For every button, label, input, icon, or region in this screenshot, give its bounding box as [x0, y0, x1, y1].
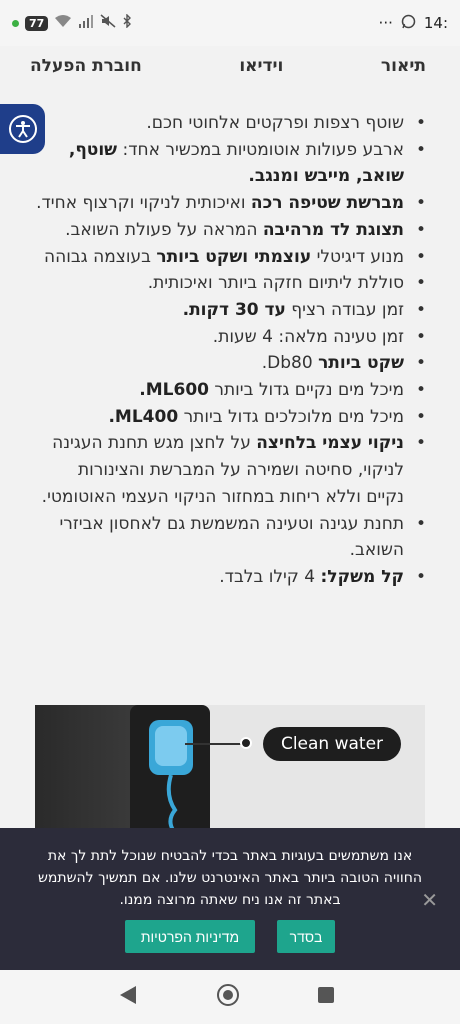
status-left: 77 [12, 13, 132, 32]
privacy-policy-button[interactable]: מדיניות הפרטיות [125, 920, 255, 953]
feature-text: מיכל מים נקיים גדול ביותר [208, 380, 404, 401]
feature-item: תצוגת לד מרהיבה המראה על פעולת השואב. [36, 217, 434, 244]
feature-item: ארבע פעולות אוטומטיות במכשיר אחד: שוטף, … [36, 137, 434, 190]
feature-text: ואיכותית לניקוי וקרצוף אחיד. [36, 193, 251, 214]
feature-text: שוטף רצפות ופרקטים אלחוטי חכם. [146, 113, 404, 133]
feature-item: מיכל מים נקיים גדול ביותר ML600. [36, 377, 434, 404]
mute-icon [100, 14, 116, 32]
feature-item: זמן עבודה רציף עד 30 דקות. [36, 297, 434, 324]
feature-bold-text: ML600. [139, 380, 209, 401]
callout-dot [240, 737, 252, 749]
feature-bold-text: ניקוי עצמי בלחיצה [256, 433, 404, 454]
feature-item: תחנת עגינה וטעינה המשמשת גם לאחסון אביזר… [36, 511, 434, 564]
bluetooth-icon [122, 13, 132, 32]
feature-bold-text: מברשת שטיפה רכה [250, 193, 404, 214]
feature-text: תחנת עגינה וטעינה המשמשת גם לאחסון אביזר… [59, 513, 404, 561]
cookie-text: אנו משתמשים בעוגיות באתר בכדי להבטיח שנו… [37, 848, 422, 908]
tab-bar: תיאור וידיאו חוברת הפעלה [0, 46, 460, 86]
tab-video[interactable]: וידיאו [239, 56, 283, 76]
accept-cookies-button[interactable]: בסדר [277, 920, 335, 953]
feature-text: סוללת ליתיום חזקה ביותר ואיכותית. [147, 273, 404, 294]
callout-line [185, 743, 245, 745]
feature-list: שוטף רצפות ופרקטים אלחוטי חכם. ארבע פעולו… [36, 110, 434, 591]
status-bar: 77 ··· 14: [0, 0, 460, 46]
notification-dot [12, 19, 19, 27]
tab-description[interactable]: תיאור [381, 56, 426, 76]
feature-bold-text: קל משקל: [320, 566, 404, 587]
more-dots: ··· [378, 14, 393, 32]
feature-bold-text: ML400. [108, 406, 179, 427]
feature-text: זמן טעינה מלאה: 4 שעות. [212, 326, 404, 347]
feature-text: בעוצמה גבוהה [44, 246, 157, 267]
feature-bold-text: שקט ביותר [318, 353, 404, 374]
feature-item: ניקוי עצמי בלחיצה על לחצן מגש תחנת העגינ… [36, 430, 434, 510]
feature-text: ארבע פעולות אוטומטיות במכשיר אחד: [117, 139, 404, 160]
clock: 14: [423, 14, 448, 32]
feature-item: מברשת שטיפה רכה ואיכותית לניקוי וקרצוף א… [36, 190, 434, 217]
back-icon[interactable] [120, 986, 136, 1004]
accessibility-icon [8, 115, 37, 143]
feature-text: המראה על פעולת השואב. [65, 219, 263, 240]
product-description: שוטף רצפות ופרקטים אלחוטי חכם. ארבע פעולו… [36, 110, 434, 591]
feature-item: מיכל מים מלוכלכים גדול ביותר ML400. [36, 404, 434, 431]
feature-item: סוללת ליתיום חזקה ביותר ואיכותית. [36, 270, 434, 297]
feature-text: Db80. [261, 353, 319, 374]
product-image: Clean water [35, 705, 425, 830]
feature-item: מנוע דיגיטלי עוצמתי ושקט ביותר בעוצמה גב… [36, 244, 434, 271]
feature-text: מנוע דיגיטלי [311, 246, 404, 267]
feature-bold-text: תצוגת לד מרהיבה [262, 219, 404, 240]
wifi-icon [54, 14, 72, 32]
feature-item: קל משקל: 4 קילו בלבד. [36, 564, 434, 591]
recent-apps-icon[interactable] [318, 987, 334, 1003]
feature-item: שקט ביותר Db80. [36, 350, 434, 377]
feature-text: זמן עבודה רציף [285, 299, 404, 320]
feature-text: מיכל מים מלוכלכים גדול ביותר [178, 406, 404, 427]
close-icon[interactable]: ✕ [421, 888, 438, 912]
feature-text: 4 קילו בלבד. [219, 566, 321, 587]
battery-indicator: 77 [25, 15, 49, 31]
feature-item: זמן טעינה מלאה: 4 שעות. [36, 324, 434, 351]
signal-icon [78, 14, 94, 32]
system-nav-bar [0, 970, 460, 1024]
home-icon[interactable] [217, 984, 239, 1006]
whatsapp-icon [401, 14, 416, 33]
feature-bold-text: עד 30 דקות. [182, 299, 286, 320]
cookie-banner: אנו משתמשים בעוגיות באתר בכדי להבטיח שנו… [0, 828, 460, 970]
status-right: ··· 14: [379, 14, 448, 33]
water-tank-graphic [149, 720, 193, 830]
tab-manual[interactable]: חוברת הפעלה [30, 56, 142, 76]
feature-bold-text: עוצמתי ושקט ביותר [156, 246, 312, 267]
feature-item: שוטף רצפות ופרקטים אלחוטי חכם. [36, 110, 434, 137]
clean-water-label: Clean water [263, 727, 401, 761]
